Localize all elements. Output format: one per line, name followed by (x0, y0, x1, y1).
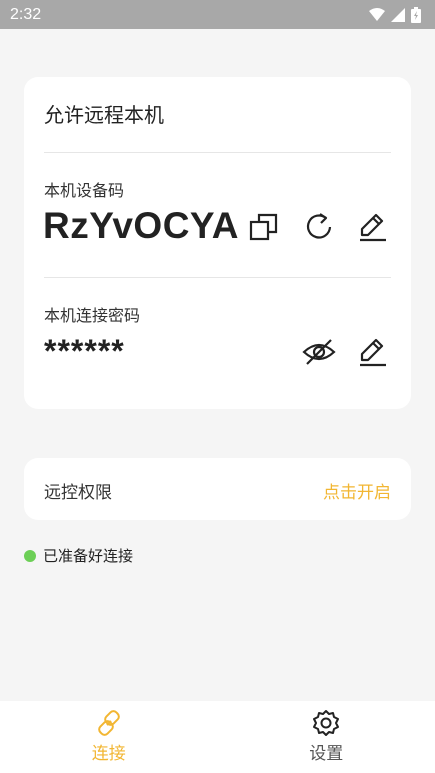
divider (44, 277, 391, 278)
remote-access-card: 允许远程本机 本机设备码 RzYvOCYA 本机连接密码 ****** (24, 77, 411, 409)
permission-card: 远控权限 点击开启 (24, 458, 411, 520)
password-label: 本机连接密码 (44, 306, 141, 325)
edit-password-button[interactable] (355, 334, 391, 370)
password-value: ****** (44, 333, 125, 369)
card-title: 允许远程本机 (44, 103, 164, 127)
link-icon (97, 710, 120, 736)
edit-device-code-button[interactable] (355, 209, 391, 245)
battery-icon (411, 6, 421, 23)
toggle-password-visibility-button[interactable] (301, 334, 337, 370)
nav-item-connect[interactable]: 连接 (0, 701, 218, 773)
permission-label: 远控权限 (44, 483, 112, 503)
connection-status-text: 已准备好连接 (43, 547, 134, 565)
edit-icon (360, 338, 386, 367)
gear-icon (313, 710, 340, 736)
nav-label-connect: 连接 (91, 744, 126, 764)
refresh-button[interactable] (301, 209, 337, 245)
divider (44, 152, 391, 153)
bottom-nav: 连接 设置 (0, 701, 435, 773)
copy-button[interactable] (246, 209, 282, 245)
status-bar: 2:32 (0, 0, 435, 29)
refresh-icon (306, 213, 332, 239)
device-code-label: 本机设备码 (44, 181, 125, 200)
connection-status: 已准备好连接 (24, 545, 133, 566)
eye-off-icon (302, 339, 336, 365)
copy-icon (249, 213, 278, 241)
nav-label-settings: 设置 (309, 744, 344, 764)
status-icons (369, 6, 421, 23)
edit-icon (360, 213, 386, 242)
status-time: 2:32 (10, 5, 42, 23)
nav-item-settings[interactable]: 设置 (218, 701, 435, 773)
signal-icon (391, 7, 405, 22)
enable-permission-button[interactable]: 点击开启 (323, 478, 391, 503)
wifi-icon (369, 7, 385, 21)
status-dot (24, 549, 36, 562)
device-code: RzYvOCYA (43, 205, 239, 246)
